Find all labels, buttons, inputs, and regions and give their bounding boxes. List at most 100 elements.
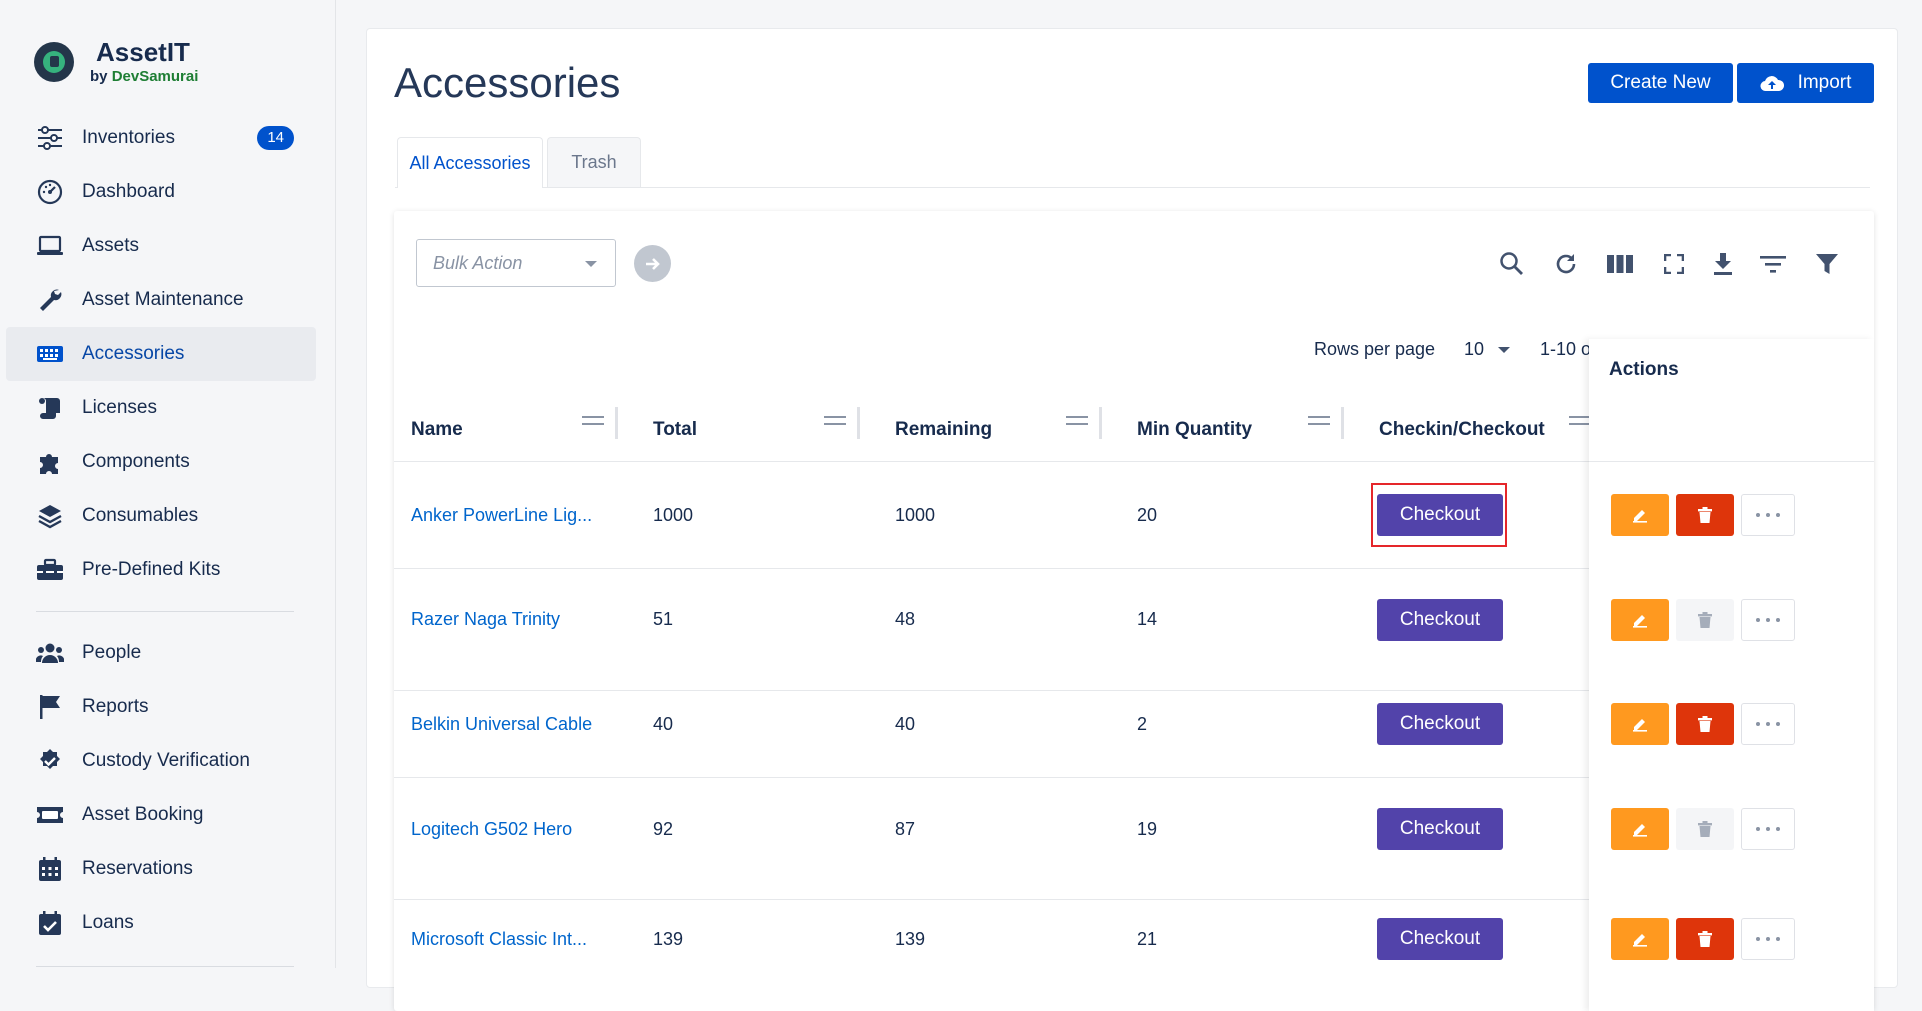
sidebar-item-asset-maintenance[interactable]: Asset Maintenance	[6, 273, 316, 327]
column-drag-handle-icon[interactable]	[1066, 416, 1088, 425]
accessory-name-link[interactable]: Microsoft Classic Int...	[411, 929, 587, 950]
sidebar-item-assets[interactable]: Assets	[6, 219, 316, 273]
column-resizer[interactable]	[857, 407, 860, 439]
sidebar-item-loans[interactable]: Loans	[6, 896, 316, 950]
toolbox-icon	[36, 556, 64, 584]
column-header-actions: Actions	[1609, 359, 1679, 380]
filter-funnel-icon[interactable]	[1812, 249, 1842, 279]
sidebar-item-label: Licenses	[82, 397, 157, 418]
sidebar-item-inventories[interactable]: Inventories 14	[6, 111, 316, 165]
rows-per-page-select[interactable]: 10	[1464, 339, 1511, 360]
chevron-down-icon	[1498, 346, 1511, 353]
checkout-button[interactable]: Checkout	[1377, 808, 1503, 850]
columns-icon[interactable]	[1605, 249, 1635, 279]
accessory-name-link[interactable]: Anker PowerLine Lig...	[411, 505, 592, 526]
sidebar-item-label: Pre-Defined Kits	[82, 559, 221, 580]
min-quantity-cell: 2	[1137, 714, 1148, 734]
assetit-logo-icon	[34, 41, 74, 82]
sidebar-item-custody-verification[interactable]: Custody Verification	[6, 734, 316, 788]
sidebar-item-reports[interactable]: Reports	[6, 680, 316, 734]
checkout-button[interactable]: Checkout	[1377, 599, 1503, 641]
sidebar-nav: Inventories 14 Dashboard Assets Asset Ma…	[6, 111, 316, 981]
delete-button-disabled[interactable]	[1676, 808, 1734, 850]
create-new-button[interactable]: Create New	[1588, 63, 1733, 103]
refresh-icon[interactable]	[1551, 249, 1581, 279]
sidebar-item-people[interactable]: People	[6, 626, 316, 680]
edit-button[interactable]	[1611, 494, 1669, 536]
more-actions-button[interactable]	[1741, 918, 1795, 960]
import-button[interactable]: Import	[1737, 63, 1874, 103]
calendar-check-icon	[36, 909, 64, 937]
flag-icon	[36, 693, 64, 721]
accessory-name-link[interactable]: Logitech G502 Hero	[411, 819, 572, 840]
brand[interactable]: AssetIT by DevSamurai	[34, 38, 198, 85]
column-resizer[interactable]	[615, 407, 618, 439]
sidebar-item-label: Components	[82, 451, 190, 472]
more-actions-button[interactable]	[1741, 703, 1795, 745]
ticket-icon	[36, 801, 64, 829]
remaining-cell: 1000	[895, 505, 936, 525]
column-resizer[interactable]	[1099, 407, 1102, 439]
total-cell: 1000	[653, 505, 694, 525]
download-icon[interactable]	[1708, 249, 1738, 279]
sliders-icon	[36, 124, 64, 152]
more-actions-button[interactable]	[1741, 808, 1795, 850]
remaining-cell: 48	[895, 609, 916, 629]
edit-button[interactable]	[1611, 599, 1669, 641]
column-drag-handle-icon[interactable]	[1308, 416, 1330, 425]
tab-trash[interactable]: Trash	[547, 137, 641, 187]
wrench-icon	[36, 286, 64, 314]
column-header-total[interactable]: Total	[653, 399, 697, 461]
sort-filter-icon[interactable]	[1758, 249, 1788, 279]
total-cell: 92	[653, 819, 674, 839]
sidebar-item-components[interactable]: Components	[6, 435, 316, 489]
sidebar: AssetIT by DevSamurai Inventories 14 Das…	[0, 0, 336, 968]
column-drag-handle-icon[interactable]	[582, 416, 604, 425]
column-header-name[interactable]: Name	[411, 399, 463, 461]
delete-button[interactable]	[1676, 494, 1734, 536]
accessory-name-link[interactable]: Belkin Universal Cable	[411, 714, 592, 735]
accessory-name-link[interactable]: Razer Naga Trinity	[411, 609, 560, 630]
trash-icon	[1698, 612, 1712, 628]
sidebar-item-label: Loans	[82, 912, 134, 933]
sidebar-item-label: Assets	[82, 235, 140, 256]
sidebar-item-licenses[interactable]: Licenses	[6, 381, 316, 435]
tab-all-accessories[interactable]: All Accessories	[397, 137, 543, 188]
sidebar-item-asset-booking[interactable]: Asset Booking	[6, 788, 316, 842]
column-header-remaining[interactable]: Remaining	[895, 399, 992, 461]
laptop-icon	[36, 232, 64, 260]
more-actions-button[interactable]	[1741, 599, 1795, 641]
delete-button-disabled[interactable]	[1676, 599, 1734, 641]
sidebar-item-accessories[interactable]: Accessories	[6, 327, 316, 381]
gauge-icon	[36, 178, 64, 206]
delete-button[interactable]	[1676, 703, 1734, 745]
calendar-icon	[36, 855, 64, 883]
fullscreen-icon[interactable]	[1659, 249, 1689, 279]
apply-bulk-action-button[interactable]	[634, 245, 671, 282]
column-resizer[interactable]	[1341, 407, 1344, 439]
arrow-right-icon	[645, 257, 660, 270]
edit-button[interactable]	[1611, 918, 1669, 960]
tab-bar: All Accessories Trash	[395, 137, 1870, 188]
sidebar-item-label: People	[82, 642, 142, 663]
column-drag-handle-icon[interactable]	[824, 416, 846, 425]
more-actions-button[interactable]	[1741, 494, 1795, 536]
sidebar-item-pre-defined-kits[interactable]: Pre-Defined Kits	[6, 543, 316, 597]
checkout-button[interactable]: Checkout	[1377, 918, 1503, 960]
layers-icon	[36, 502, 64, 530]
column-header-checkin-checkout[interactable]: Checkin/Checkout	[1379, 399, 1545, 461]
column-header-min-quantity[interactable]: Min Quantity	[1137, 399, 1252, 461]
sidebar-item-reservations[interactable]: Reservations	[6, 842, 316, 896]
sidebar-item-dashboard[interactable]: Dashboard	[6, 165, 316, 219]
pencil-icon	[1633, 719, 1647, 732]
total-cell: 40	[653, 714, 674, 734]
column-drag-handle-icon[interactable]	[1569, 416, 1591, 425]
delete-button[interactable]	[1676, 918, 1734, 960]
sidebar-item-consumables[interactable]: Consumables	[6, 489, 316, 543]
edit-button[interactable]	[1611, 703, 1669, 745]
search-icon[interactable]	[1497, 249, 1527, 279]
edit-button[interactable]	[1611, 808, 1669, 850]
checkout-button[interactable]: Checkout	[1377, 703, 1503, 745]
pencil-icon	[1633, 824, 1647, 837]
bulk-action-select[interactable]: Bulk Action	[416, 239, 616, 287]
